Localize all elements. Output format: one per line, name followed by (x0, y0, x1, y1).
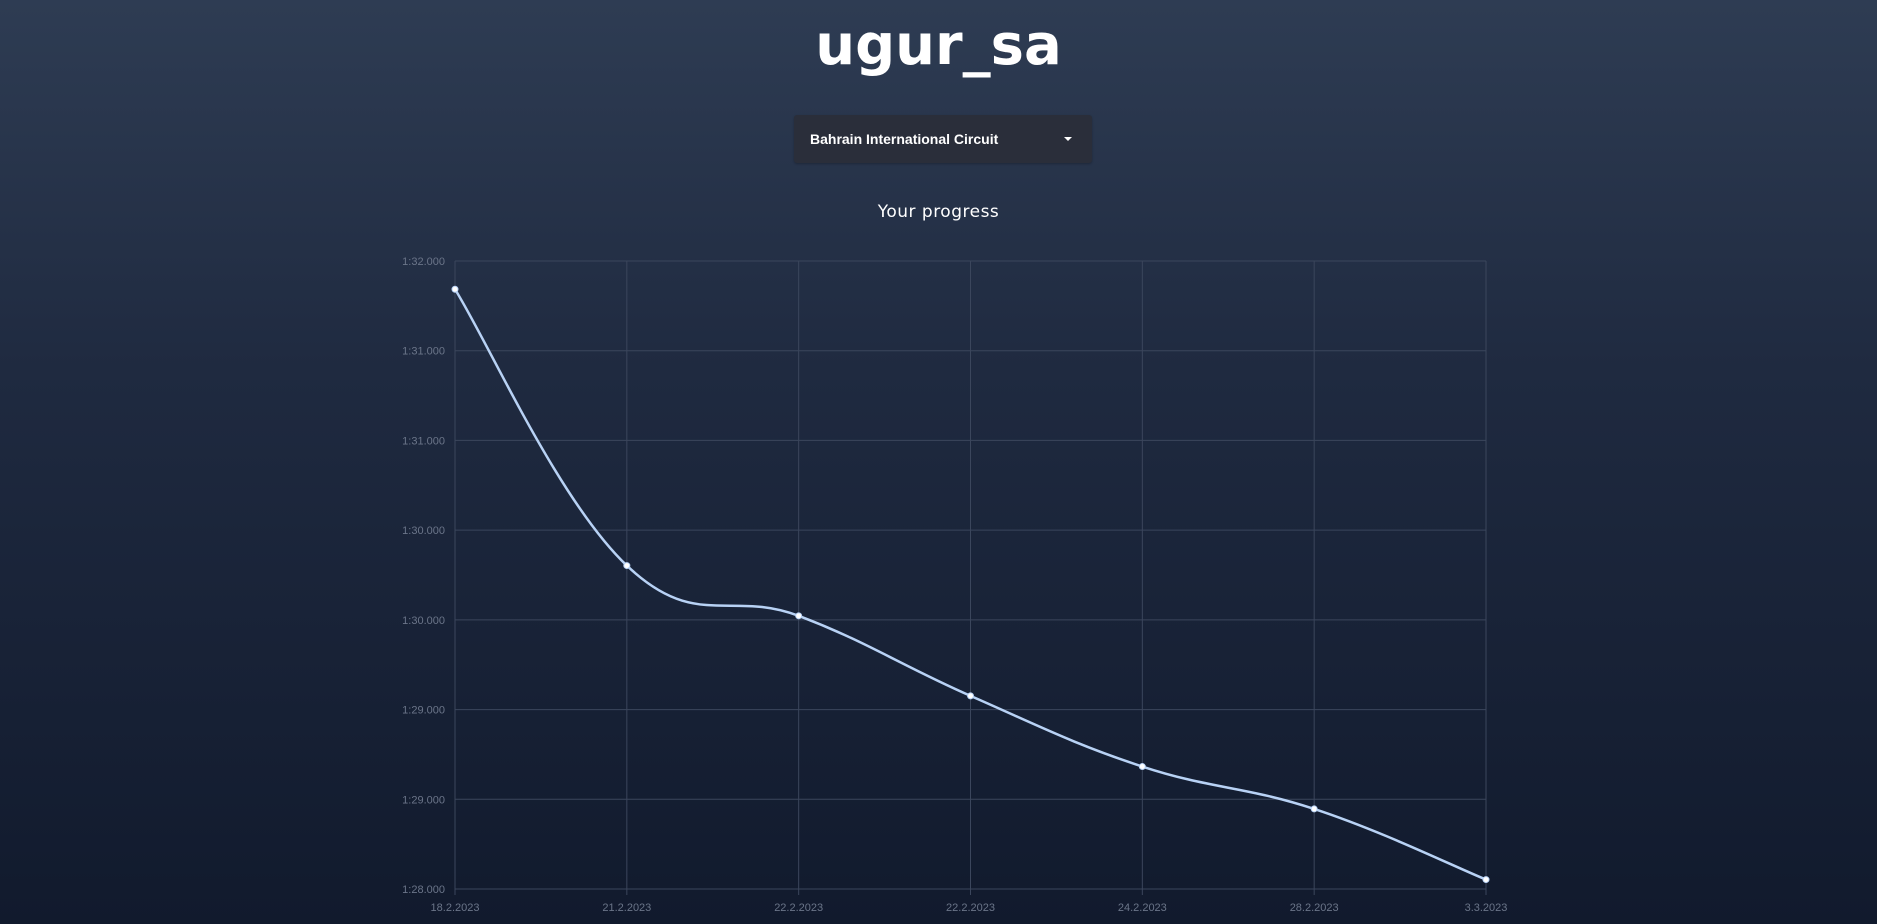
x-axis-labels: 18.2.2023 21.2.2023 22.2.2023 22.2.2023 24.2… (431, 902, 1508, 914)
data-point[interactable] (451, 285, 459, 293)
x-tick-label: 24.2.2023 (1118, 902, 1167, 914)
y-tick-label: 1:30.000 (402, 525, 445, 537)
y-tick-label: 1:29.000 (402, 705, 445, 717)
data-point[interactable] (795, 612, 803, 620)
data-point[interactable] (1310, 805, 1318, 813)
x-tick-label: 18.2.2023 (431, 902, 480, 914)
y-tick-label: 1:31.000 (402, 346, 445, 358)
data-point[interactable] (967, 692, 974, 700)
y-tick-label: 1:29.000 (402, 794, 445, 806)
x-tick-label: 28.2.2023 (1290, 902, 1339, 914)
y-tick-label: 1:30.000 (402, 615, 445, 627)
data-point[interactable] (1138, 763, 1146, 771)
y-tick-label: 1:28.000 (402, 884, 445, 896)
y-tick-label: 1:32.000 (402, 256, 445, 268)
x-tick-label: 22.2.2023 (774, 902, 823, 914)
data-point[interactable] (1482, 876, 1490, 884)
y-axis-labels: 1:32.000 1:31.000 1:31.000 1:30.000 1:30.000… (402, 256, 445, 896)
x-tick-label: 21.2.2023 (602, 902, 651, 914)
x-tick-label: 22.2.2023 (946, 902, 995, 914)
chart-grid (454, 260, 1487, 895)
y-tick-label: 1:31.000 (402, 435, 445, 447)
progress-chart: 1:32.000 1:31.000 1:31.000 1:30.000 1:30.000… (402, 256, 1508, 914)
x-tick-label: 3.3.2023 (1465, 902, 1508, 914)
data-point[interactable] (623, 562, 631, 570)
